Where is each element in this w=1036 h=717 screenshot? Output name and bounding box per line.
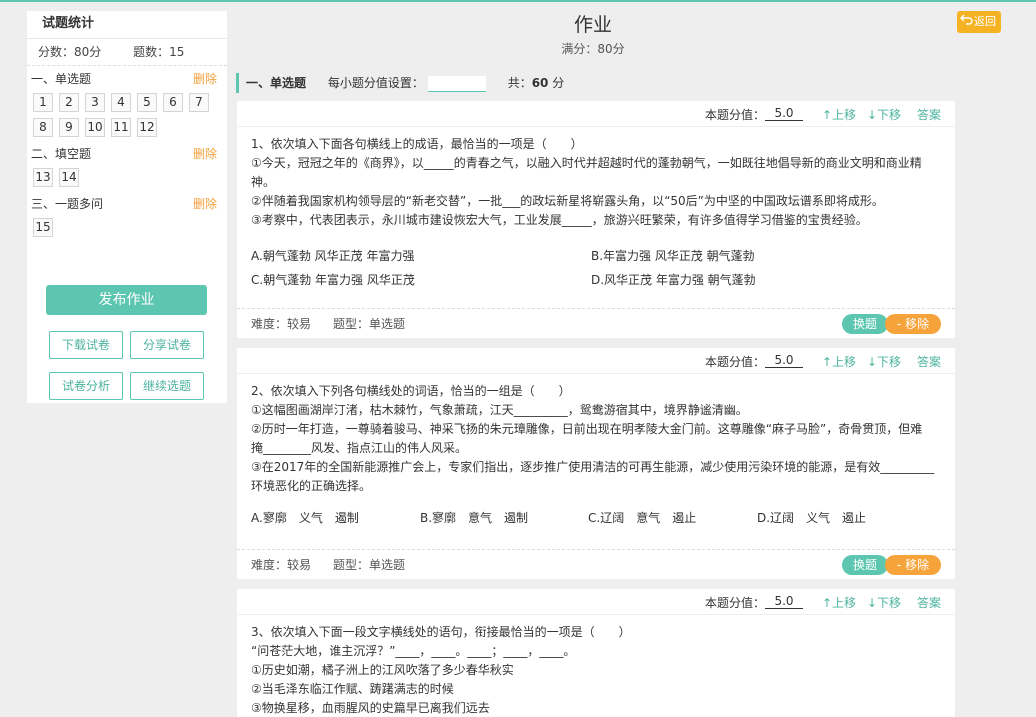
question-number[interactable]: 5 bbox=[137, 93, 157, 112]
answer-button[interactable]: 答案 bbox=[917, 353, 941, 370]
total-label: 共：60 分 bbox=[507, 76, 565, 90]
section-name: 一、单选题 bbox=[246, 76, 307, 90]
back-button[interactable]: 返回 bbox=[957, 11, 1001, 33]
question-number[interactable]: 9 bbox=[59, 118, 79, 137]
delete-section-button[interactable]: 删除 bbox=[193, 143, 217, 165]
question-text: 3、依次填入下面一段文字横线处的语句，衔接最恰当的一项是（ ） “问苍茫大地，谁… bbox=[251, 625, 631, 715]
question-options: A.朝气蓬勃 风华正茂 年富力强 B.年富力强 风华正茂 朝气蓬勃 C.朝气蓬勃… bbox=[237, 244, 955, 292]
question-number[interactable]: 11 bbox=[111, 118, 131, 137]
question-card: 本题分值： 5.0 ↑上移 ↓下移 答案 1、依次填入下面各句横线上的成语，最恰… bbox=[237, 101, 955, 338]
question-number[interactable]: 2 bbox=[59, 93, 79, 112]
question-toolbar: 本题分值： 5.0 ↑上移 ↓下移 答案 bbox=[237, 101, 955, 127]
question-text: 1、依次填入下面各句横线上的成语，最恰当的一项是（ ） ①今天，冠冠之年的《商界… bbox=[251, 137, 922, 227]
question-number[interactable]: 1 bbox=[33, 93, 53, 112]
option-d: D.辽阔 义气 遏止 bbox=[757, 511, 867, 525]
page-title: 作业 bbox=[573, 14, 612, 36]
back-label: 返回 bbox=[974, 15, 996, 28]
section-title: 三、一题多问 bbox=[31, 197, 104, 211]
answer-button[interactable]: 答案 bbox=[917, 106, 941, 123]
score-label: 本题分值： bbox=[704, 596, 765, 610]
question-toolbar: 本题分值： 5.0 ↑上移 ↓下移 答案 bbox=[237, 589, 955, 615]
question-number[interactable]: 13 bbox=[33, 168, 53, 187]
question-number[interactable]: 3 bbox=[85, 93, 105, 112]
section-title: 一、单选题 bbox=[31, 72, 92, 86]
stats-sidebar: 试题统计 分数：80分 题数：15 一、单选题 删除 1 2 3 4 5 6 7… bbox=[27, 11, 227, 403]
swap-question-button[interactable]: 换题 bbox=[842, 314, 888, 334]
difficulty: 难度：较易 bbox=[251, 558, 312, 572]
remove-question-button[interactable]: - 移除 bbox=[885, 314, 941, 334]
question-footer: 难度：较易 题型：单选题 换题 - 移除 bbox=[237, 549, 955, 579]
option-c: C.朝气蓬勃 年富力强 风华正茂 bbox=[251, 273, 415, 287]
question-number[interactable]: 6 bbox=[163, 93, 183, 112]
question-footer: 难度：较易 题型：单选题 换题 - 移除 bbox=[237, 308, 955, 338]
score-input[interactable]: 5.0 bbox=[765, 594, 803, 609]
question-number-grid: 13 14 bbox=[27, 168, 217, 193]
question-number[interactable]: 7 bbox=[189, 93, 209, 112]
option-b: B.寥廓 意气 遏制 bbox=[420, 511, 529, 525]
section-multi-question: 三、一题多问 删除 bbox=[27, 193, 227, 215]
move-up-button[interactable]: ↑上移 bbox=[822, 353, 856, 370]
per-score-label: 每小题分值设置： bbox=[327, 76, 424, 90]
question-type: 题型：单选题 bbox=[333, 558, 406, 572]
question-number[interactable]: 4 bbox=[111, 93, 131, 112]
question-number-grid: 15 bbox=[27, 218, 217, 243]
question-number[interactable]: 14 bbox=[59, 168, 79, 187]
section-title: 二、填空题 bbox=[31, 147, 92, 161]
question-card: 本题分值： 5.0 ↑上移 ↓下移 答案 3、依次填入下面一段文字横线处的语句，… bbox=[237, 589, 955, 717]
option-b: B.年富力强 风华正茂 朝气蓬勃 bbox=[591, 249, 755, 263]
move-down-button[interactable]: ↓下移 bbox=[867, 594, 901, 611]
move-down-button[interactable]: ↓下移 bbox=[867, 106, 901, 123]
continue-select-button[interactable]: 继续选题 bbox=[130, 372, 204, 400]
option-d: D.风华正茂 年富力强 朝气蓬勃 bbox=[591, 273, 756, 287]
difficulty: 难度：较易 bbox=[251, 317, 312, 331]
question-toolbar: 本题分值： 5.0 ↑上移 ↓下移 答案 bbox=[237, 348, 955, 374]
move-up-button[interactable]: ↑上移 bbox=[822, 594, 856, 611]
question-number[interactable]: 12 bbox=[137, 118, 157, 137]
remove-question-button[interactable]: - 移除 bbox=[885, 555, 941, 575]
move-up-button[interactable]: ↑上移 bbox=[822, 106, 856, 123]
question-number[interactable]: 15 bbox=[33, 218, 53, 237]
score-label: 本题分值： bbox=[704, 355, 765, 369]
question-options: A.寥廓 义气 遏制 B.寥廓 意气 遏制 C.辽阔 意气 遏止 D.辽阔 义气… bbox=[237, 506, 955, 530]
move-down-button[interactable]: ↓下移 bbox=[867, 353, 901, 370]
question-number-grid: 1 2 3 4 5 6 7 8 9 10 11 12 bbox=[27, 93, 217, 143]
option-a: A.朝气蓬勃 风华正茂 年富力强 bbox=[251, 249, 415, 263]
option-a: A.寥廓 义气 遏制 bbox=[251, 511, 359, 525]
answer-button[interactable]: 答案 bbox=[917, 594, 941, 611]
question-number[interactable]: 10 bbox=[85, 118, 105, 137]
swap-question-button[interactable]: 换题 bbox=[842, 555, 888, 575]
delete-section-button[interactable]: 删除 bbox=[193, 68, 217, 90]
full-score: 满分：80分 bbox=[561, 42, 625, 56]
return-arrow-icon bbox=[960, 11, 974, 33]
publish-homework-button[interactable]: 发布作业 bbox=[46, 285, 207, 315]
paper-analysis-button[interactable]: 试卷分析 bbox=[49, 372, 123, 400]
section-single-choice: 一、单选题 删除 bbox=[27, 68, 227, 90]
section-header: 一、单选题 每小题分值设置： 共：60 分 bbox=[236, 73, 955, 93]
delete-section-button[interactable]: 删除 bbox=[193, 193, 217, 215]
score-input[interactable]: 5.0 bbox=[765, 106, 803, 121]
share-paper-button[interactable]: 分享试卷 bbox=[130, 331, 204, 359]
section-fill-blank: 二、填空题 删除 bbox=[27, 143, 227, 165]
question-text: 2、依次填入下列各句横线处的词语，恰当的一组是（ ） ①这幅图画湖岸汀渚，枯木棘… bbox=[251, 384, 935, 493]
score-input[interactable]: 5.0 bbox=[765, 353, 803, 368]
download-paper-button[interactable]: 下载试卷 bbox=[49, 331, 123, 359]
score-label: 本题分值： bbox=[704, 108, 765, 122]
per-score-input[interactable] bbox=[427, 75, 486, 92]
option-c: C.辽阔 意气 遏止 bbox=[588, 511, 697, 525]
question-number[interactable]: 8 bbox=[33, 118, 53, 137]
question-card: 本题分值： 5.0 ↑上移 ↓下移 答案 2、依次填入下列各句横线处的词语，恰当… bbox=[237, 348, 955, 579]
question-type: 题型：单选题 bbox=[333, 317, 406, 331]
